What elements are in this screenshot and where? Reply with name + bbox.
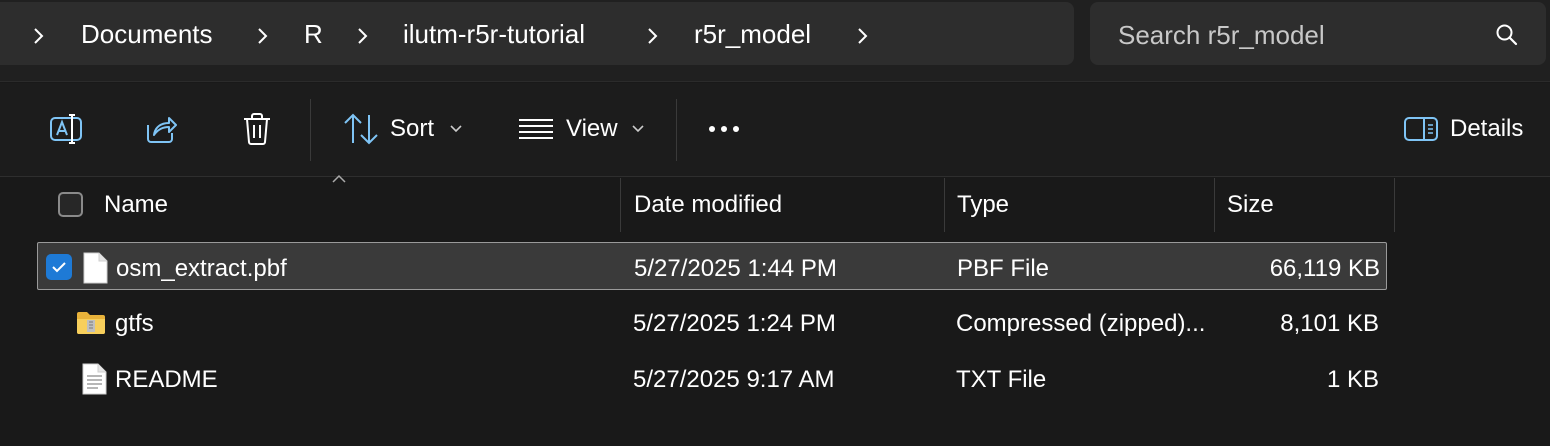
view-icon <box>519 119 553 139</box>
row-checkbox[interactable] <box>46 254 72 280</box>
address-bar-row: Documents R ilutm-r5r-tutorial r5r_model <box>0 0 1550 82</box>
delete-button[interactable] <box>227 97 287 161</box>
file-size: 8,101 KB <box>1280 310 1379 337</box>
search-input[interactable] <box>1118 18 1498 52</box>
column-divider[interactable] <box>944 178 945 232</box>
search-icon[interactable] <box>1494 22 1520 48</box>
file-name[interactable]: README <box>115 366 218 394</box>
file-icon <box>83 252 108 284</box>
view-label: View <box>566 115 618 142</box>
file-size: 66,119 KB <box>1269 255 1380 282</box>
rename-button[interactable] <box>36 97 96 161</box>
column-header-row: Name Date modified Type Size <box>0 174 1550 232</box>
column-divider[interactable] <box>1394 178 1395 232</box>
column-type[interactable]: Type <box>957 191 1009 219</box>
breadcrumb[interactable]: Documents R ilutm-r5r-tutorial r5r_model <box>0 2 1074 65</box>
file-name[interactable]: gtfs <box>115 310 154 338</box>
sort-label: Sort <box>390 115 435 142</box>
file-row[interactable]: README 5/27/2025 9:17 AM TXT File 1 KB <box>37 354 1387 402</box>
details-pane-icon <box>1404 117 1438 141</box>
file-row[interactable]: gtfs 5/27/2025 1:24 PM Compressed (zippe… <box>37 298 1387 346</box>
chevron-right-icon[interactable] <box>854 24 872 48</box>
rename-icon <box>50 114 82 144</box>
file-type: TXT File <box>956 366 1047 393</box>
chevron-right-icon[interactable] <box>354 24 372 48</box>
chevron-right-icon[interactable] <box>30 24 48 48</box>
file-row[interactable]: osm_extract.pbf 5/27/2025 1:44 PM PBF Fi… <box>37 242 1387 290</box>
select-all-checkbox[interactable] <box>58 192 83 217</box>
file-list: Name Date modified Type Size osm_extract… <box>0 174 1550 446</box>
share-icon <box>147 117 177 143</box>
file-size: 1 KB <box>1326 366 1379 393</box>
toolbar-separator <box>310 99 311 161</box>
details-label: Details <box>1450 115 1524 142</box>
trash-icon <box>244 113 270 145</box>
column-date-modified[interactable]: Date modified <box>634 191 782 219</box>
file-date: 5/27/2025 1:24 PM <box>633 310 836 337</box>
checkmark-icon <box>52 262 66 273</box>
command-bar: Sort View Details <box>0 83 1550 177</box>
sort-icon <box>344 113 378 145</box>
breadcrumb-ilutm-r5r-tutorial[interactable]: ilutm-r5r-tutorial <box>403 19 585 50</box>
column-divider[interactable] <box>1214 178 1215 232</box>
chevron-right-icon[interactable] <box>644 24 662 48</box>
sort-ascending-icon <box>332 174 346 183</box>
column-divider[interactable] <box>620 178 621 232</box>
file-date: 5/27/2025 1:44 PM <box>634 255 837 282</box>
file-date: 5/27/2025 9:17 AM <box>633 366 835 393</box>
file-name[interactable]: osm_extract.pbf <box>116 255 287 283</box>
sort-button[interactable]: Sort <box>338 97 468 161</box>
breadcrumb-r[interactable]: R <box>304 19 323 50</box>
chevron-down-icon <box>450 125 462 133</box>
column-name[interactable]: Name <box>104 191 168 219</box>
zip-folder-icon <box>77 312 105 334</box>
chevron-down-icon <box>632 125 644 133</box>
share-button[interactable] <box>131 97 191 161</box>
more-icon <box>709 126 739 132</box>
breadcrumb-documents[interactable]: Documents <box>81 19 213 50</box>
breadcrumb-r5r-model[interactable]: r5r_model <box>694 19 811 50</box>
chevron-right-icon[interactable] <box>254 24 272 48</box>
view-button[interactable]: View <box>512 97 648 161</box>
more-options-button[interactable] <box>696 97 752 161</box>
file-type: Compressed (zipped)... <box>956 310 1206 337</box>
search-box[interactable] <box>1090 2 1546 65</box>
file-type: PBF File <box>957 255 1050 282</box>
toolbar-separator <box>676 99 677 161</box>
details-button[interactable]: Details <box>1396 97 1536 161</box>
column-size[interactable]: Size <box>1227 191 1274 219</box>
text-file-icon <box>82 363 107 395</box>
